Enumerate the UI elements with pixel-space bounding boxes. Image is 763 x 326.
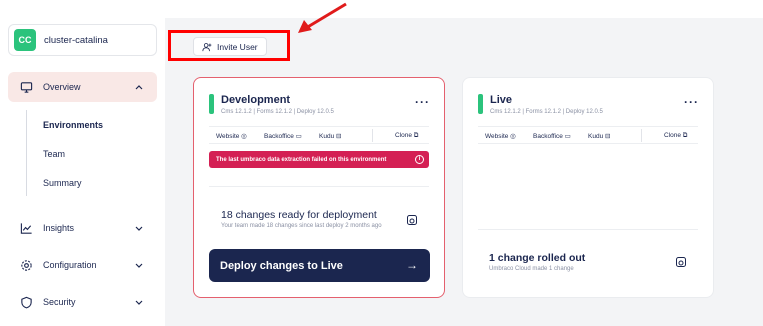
- project-name: cluster-catalina: [44, 34, 108, 46]
- divider: [209, 186, 429, 187]
- nav-insights[interactable]: Insights: [8, 213, 157, 243]
- backoffice-link[interactable]: Backoffice ▭: [533, 132, 571, 140]
- env-links-row: Website ◎ Backoffice ▭ Kudu ⊟ Clone ⧉: [209, 126, 429, 144]
- invite-user-button[interactable]: Invite User: [193, 37, 267, 56]
- more-options-icon[interactable]: ···: [684, 95, 699, 109]
- package-icon[interactable]: [675, 256, 687, 268]
- subnav-team[interactable]: Team: [43, 149, 65, 159]
- project-avatar: CC: [14, 29, 36, 51]
- shield-icon: [19, 295, 33, 309]
- environment-card-development: Development Cms 12.1.2 | Forms 12.1.2 | …: [193, 77, 445, 298]
- nav-security-label: Security: [43, 297, 76, 307]
- env-status-bar: [478, 94, 483, 114]
- kudu-link[interactable]: Kudu ⊟: [588, 132, 610, 140]
- nav-configuration-label: Configuration: [43, 260, 97, 270]
- rolled-out-title: 1 change rolled out: [489, 252, 586, 264]
- env-versions: Cms 12.1.2 | Forms 12.1.2 | Deploy 12.0.…: [490, 109, 603, 115]
- deploy-to-live-button[interactable]: Deploy changes to Live →: [209, 249, 430, 282]
- subnav-line: [26, 110, 27, 196]
- deploy-label: Deploy changes to Live: [220, 259, 343, 272]
- nav-overview[interactable]: Overview: [8, 72, 157, 102]
- changes-subtitle: Your team made 18 changes since last dep…: [221, 223, 382, 229]
- arrow-right-icon: →: [406, 258, 418, 272]
- chevron-down-icon[interactable]: [133, 222, 145, 234]
- clone-link[interactable]: Clone ⧉: [664, 132, 687, 140]
- env-status-bar: [209, 94, 214, 114]
- nav-configuration[interactable]: Configuration: [8, 250, 157, 280]
- divider: [478, 229, 698, 230]
- sidebar: CC cluster-catalina Overview Environment…: [0, 0, 165, 326]
- website-link[interactable]: Website ◎: [216, 132, 247, 140]
- invite-user-label: Invite User: [217, 41, 258, 52]
- subnav-summary[interactable]: Summary: [43, 178, 82, 188]
- add-user-icon: [202, 42, 212, 51]
- clone-link[interactable]: Clone ⧉: [395, 132, 418, 140]
- link-divider: [641, 129, 642, 142]
- chevron-down-icon[interactable]: [133, 259, 145, 271]
- error-message: The last umbraco data extraction failed …: [216, 156, 387, 163]
- environment-card-live: Live Cms 12.1.2 | Forms 12.1.2 | Deploy …: [462, 77, 714, 298]
- kudu-link[interactable]: Kudu ⊟: [319, 132, 341, 140]
- changes-title: 18 changes ready for deployment: [221, 209, 377, 221]
- info-icon[interactable]: i: [415, 155, 424, 164]
- subnav-environments[interactable]: Environments: [43, 120, 103, 130]
- chevron-down-icon[interactable]: [133, 296, 145, 308]
- extraction-error-banner: The last umbraco data extraction failed …: [209, 151, 429, 168]
- gear-icon: [19, 258, 33, 272]
- env-versions: Cms 12.1.2 | Forms 12.1.2 | Deploy 12.0.…: [221, 109, 334, 115]
- nav-overview-label: Overview: [43, 82, 81, 92]
- env-name: Development: [221, 94, 291, 106]
- project-switcher[interactable]: CC cluster-catalina: [8, 24, 157, 56]
- link-divider: [372, 129, 373, 142]
- chevron-up-icon[interactable]: [133, 81, 145, 93]
- env-links-row: Website ◎ Backoffice ▭ Kudu ⊟ Clone ⧉: [478, 126, 698, 144]
- backoffice-link[interactable]: Backoffice ▭: [264, 132, 302, 140]
- more-options-icon[interactable]: ···: [415, 95, 430, 109]
- env-name: Live: [490, 94, 513, 106]
- chart-icon: [19, 221, 33, 235]
- nav-security[interactable]: Security: [8, 287, 157, 317]
- package-icon[interactable]: [406, 214, 418, 226]
- website-link[interactable]: Website ◎: [485, 132, 516, 140]
- rolled-out-subtitle: Umbraco Cloud made 1 change: [489, 266, 574, 272]
- monitor-icon: [19, 80, 33, 94]
- nav-insights-label: Insights: [43, 223, 75, 233]
